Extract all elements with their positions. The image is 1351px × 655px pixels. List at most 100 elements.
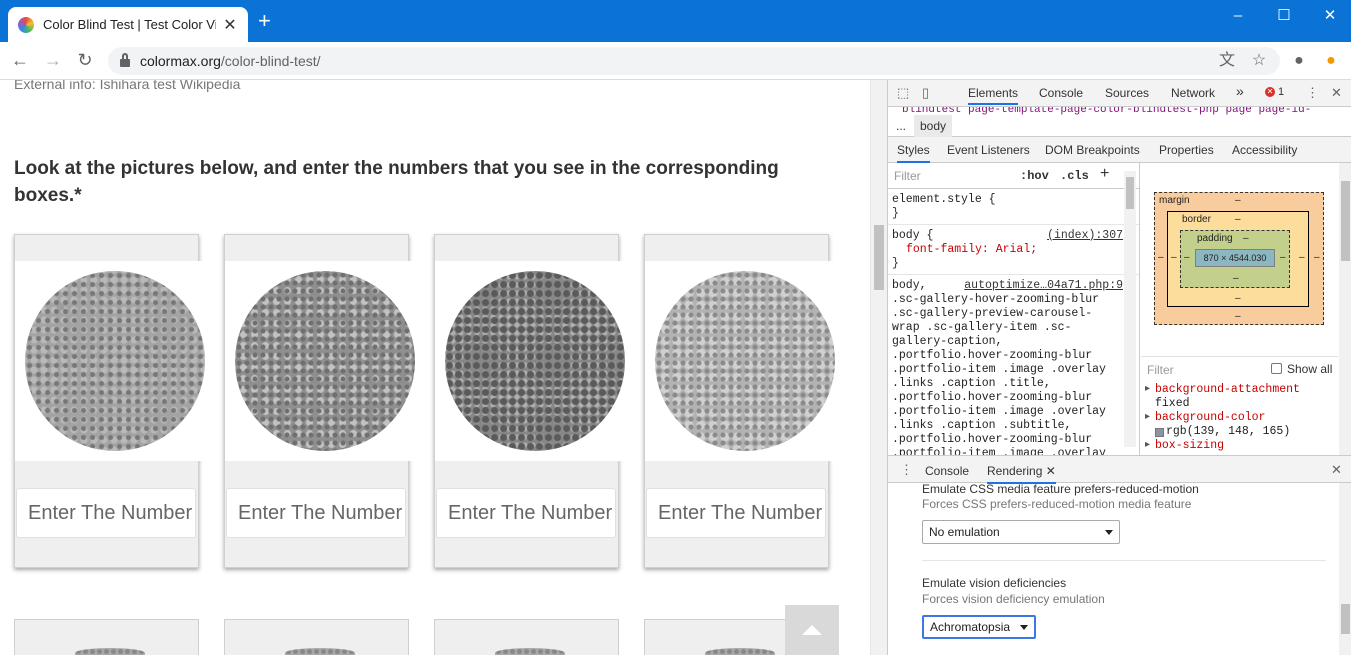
plate-disc <box>25 271 205 451</box>
profile-avatar-icon[interactable]: ● <box>1289 51 1309 71</box>
close-tab-icon[interactable]: ✕ <box>222 15 238 35</box>
rule-source-link[interactable]: (index):307 <box>1047 229 1123 243</box>
maximize-button[interactable]: ☐ <box>1261 0 1307 30</box>
error-badge[interactable]: ✕ 1 <box>1265 86 1284 98</box>
padding-left-value: – <box>1184 252 1190 263</box>
padding-bottom-value: – <box>1233 273 1239 284</box>
rule-selector-line: gallery-caption, <box>892 335 1003 348</box>
computed-scrollbar[interactable] <box>1339 163 1351 455</box>
hov-toggle[interactable]: :hov <box>1020 169 1049 183</box>
tab-sources[interactable]: Sources <box>1105 86 1149 100</box>
url-host: colormax.org <box>140 53 221 69</box>
tab-accessibility[interactable]: Accessibility <box>1232 143 1297 157</box>
number-input-3[interactable] <box>436 488 616 538</box>
drawer-menu-icon[interactable]: ⋮ <box>900 462 913 478</box>
drawer-scrollbar[interactable] <box>1339 483 1351 655</box>
device-toolbar-icon[interactable]: ▯ <box>922 85 929 101</box>
new-style-rule-button[interactable]: + <box>1100 165 1109 183</box>
box-model-margin: margin – – – – border – – – – padding – … <box>1154 192 1324 325</box>
plate-disc <box>705 648 775 655</box>
drawer-tab-console[interactable]: Console <box>925 464 969 478</box>
more-tabs-icon[interactable]: » <box>1236 83 1244 99</box>
styles-filter-input[interactable]: Filter <box>894 169 921 183</box>
tab-console[interactable]: Console <box>1039 86 1083 100</box>
page-scrollbar[interactable] <box>870 80 887 655</box>
cls-toggle[interactable]: .cls <box>1060 169 1089 183</box>
browser-tab[interactable]: Color Blind Test | Test Color Visi ✕ <box>8 7 248 42</box>
motion-emulation-title: Emulate CSS media feature prefers-reduce… <box>922 483 1199 496</box>
ishihara-plate-2 <box>225 261 425 461</box>
update-alert-icon[interactable]: ● <box>1321 51 1341 71</box>
reload-icon[interactable]: ↻ <box>73 50 97 72</box>
address-bar[interactable]: colormax.org/color-blind-test/ <box>108 47 1280 75</box>
scroll-to-top-button[interactable] <box>785 605 839 655</box>
drawer-tabbar: ⋮ Console Rendering ✕ ✕ <box>888 455 1351 484</box>
kebab-menu-icon[interactable]: ⋮ <box>1306 85 1319 101</box>
test-card-5 <box>14 619 199 655</box>
border-left-value: – <box>1171 252 1177 263</box>
drawer-tab-rendering[interactable]: Rendering ✕ <box>987 464 1056 484</box>
show-all-checkbox[interactable] <box>1271 363 1282 374</box>
rule-source-link[interactable]: autoptimize…04a71.php:9 <box>964 279 1123 293</box>
back-arrow-icon[interactable]: ← <box>8 50 32 72</box>
computed-prop-name[interactable]: background-attachment <box>1141 383 1338 397</box>
number-input-4[interactable] <box>646 488 826 538</box>
border-bottom-value: – <box>1235 293 1241 304</box>
vision-emulation-select[interactable]: Achromatopsia <box>922 615 1036 639</box>
computed-prop-value: fixed <box>1141 397 1338 411</box>
close-window-button[interactable]: ✕ <box>1307 0 1351 30</box>
rule-property[interactable]: font-family: Arial; <box>906 243 1135 257</box>
new-tab-button[interactable]: + <box>258 10 271 32</box>
tab-styles[interactable]: Styles <box>897 143 930 163</box>
margin-bottom-value: – <box>1235 311 1241 322</box>
padding-right-value: – <box>1280 252 1286 263</box>
test-card-4 <box>644 234 845 568</box>
scrollbar-thumb[interactable] <box>874 225 884 290</box>
tab-network[interactable]: Network <box>1171 86 1215 100</box>
ishihara-plate-4 <box>645 261 845 461</box>
page-heading: Look at the pictures below, and enter th… <box>14 158 779 206</box>
computed-filter-input[interactable]: Filter <box>1147 363 1174 377</box>
drawer-tab-rendering-label: Rendering <box>987 464 1043 478</box>
motion-emulation-select[interactable]: No emulation <box>922 520 1120 544</box>
forward-arrow-icon[interactable]: → <box>41 50 65 72</box>
star-bookmark-icon[interactable]: ☆ <box>1249 51 1269 71</box>
scrollbar-thumb[interactable] <box>1126 177 1134 209</box>
test-card-2 <box>224 234 425 568</box>
tab-dom-breakpoints[interactable]: DOM Breakpoints <box>1045 143 1140 157</box>
rule-element-style: element.style { } <box>888 189 1139 225</box>
border-right-value: – <box>1299 252 1305 263</box>
tab-elements[interactable]: Elements <box>968 86 1019 105</box>
inspect-element-icon[interactable]: ⬚ <box>897 85 909 101</box>
padding-label: padding <box>1197 233 1233 244</box>
chevron-up-icon <box>802 625 822 635</box>
translate-icon[interactable]: 文 <box>1217 51 1237 71</box>
scrollbar-thumb[interactable] <box>1341 181 1350 261</box>
minimize-button[interactable]: – <box>1215 0 1261 30</box>
divider <box>922 560 1326 561</box>
test-card-1 <box>14 234 215 568</box>
styles-scrollbar[interactable] <box>1124 171 1136 447</box>
rule-close: } <box>892 257 899 270</box>
box-model-content[interactable]: 870 × 4544.030 <box>1195 249 1275 267</box>
external-info-link[interactable]: External info: Ishihara test Wikipedia <box>14 80 240 92</box>
number-input-1[interactable] <box>16 488 196 538</box>
margin-left-value: – <box>1158 252 1164 263</box>
number-input-2[interactable] <box>226 488 406 538</box>
scrollbar-thumb[interactable] <box>1341 604 1350 634</box>
close-devtools-icon[interactable]: ✕ <box>1331 85 1342 101</box>
computed-prop-name[interactable]: background-color <box>1141 411 1338 425</box>
breadcrumb-body[interactable]: body <box>914 115 953 137</box>
padding-top-value: – <box>1243 233 1249 244</box>
browser-toolbar: ← → ↻ colormax.org/color-blind-test/ 文 ☆… <box>0 42 1351 80</box>
rule-selector-line: .sc-gallery-hover-zooming-blur <box>892 293 1100 306</box>
color-swatch[interactable] <box>1155 427 1164 437</box>
breadcrumb-more[interactable]: ... <box>896 115 906 137</box>
computed-prop-name[interactable]: box-sizing <box>1141 439 1338 453</box>
rule-close: } <box>892 207 899 220</box>
tab-event-listeners[interactable]: Event Listeners <box>947 143 1030 157</box>
close-drawer-icon[interactable]: ✕ <box>1331 462 1342 478</box>
tab-properties[interactable]: Properties <box>1159 143 1214 157</box>
rule-selector: element.style { <box>892 193 996 206</box>
close-tab-icon[interactable]: ✕ <box>1046 464 1056 478</box>
